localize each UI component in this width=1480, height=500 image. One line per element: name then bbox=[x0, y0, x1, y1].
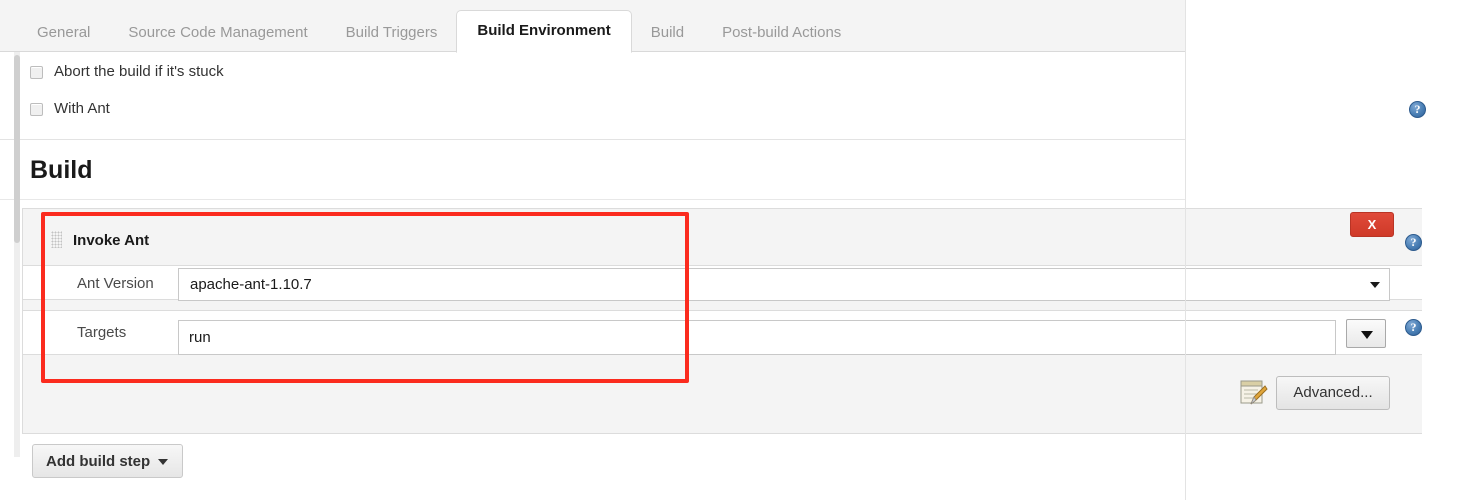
drag-handle-icon[interactable] bbox=[51, 231, 62, 248]
help-icon-with-ant[interactable] bbox=[1409, 101, 1426, 118]
build-environment-panel: Abort the build if it's stuck With Ant bbox=[0, 52, 1186, 140]
tab-bar-right-filler bbox=[1186, 0, 1480, 52]
checkbox-with-ant[interactable] bbox=[30, 103, 43, 116]
build-step-title: Invoke Ant bbox=[73, 232, 149, 249]
add-build-step-label: Add build step bbox=[46, 453, 150, 470]
right-panel-divider bbox=[1185, 0, 1186, 500]
tab-build-environment[interactable]: Build Environment bbox=[456, 10, 631, 53]
checkbox-row-abort-build[interactable]: Abort the build if it's stuck bbox=[30, 64, 224, 80]
edit-note-icon[interactable] bbox=[1238, 378, 1268, 407]
targets-input[interactable] bbox=[178, 320, 1336, 355]
build-step-footer-row bbox=[23, 355, 1422, 433]
add-build-step-zone bbox=[22, 434, 1186, 500]
checkbox-label-with-ant: With Ant bbox=[54, 101, 110, 117]
help-icon-targets[interactable] bbox=[1405, 319, 1422, 336]
scrollbar-thumb[interactable] bbox=[14, 55, 20, 243]
chevron-down-icon-targets bbox=[1361, 331, 1373, 339]
jenkins-job-config-page: General Source Code Management Build Tri… bbox=[0, 0, 1480, 500]
chevron-down-icon-add-build-step bbox=[158, 459, 168, 465]
targets-dropdown-button[interactable] bbox=[1346, 319, 1386, 348]
chevron-down-icon-ant-version bbox=[1370, 282, 1380, 288]
checkbox-abort-build[interactable] bbox=[30, 66, 43, 79]
tab-build[interactable]: Build bbox=[632, 12, 703, 53]
help-icon-build-step[interactable] bbox=[1405, 234, 1422, 251]
advanced-button[interactable]: Advanced... bbox=[1276, 376, 1390, 410]
config-tab-bar: General Source Code Management Build Tri… bbox=[0, 0, 1186, 52]
ant-version-selected-value: apache-ant-1.10.7 bbox=[190, 276, 312, 294]
checkbox-label-abort-build: Abort the build if it's stuck bbox=[54, 64, 224, 80]
tab-post-build-actions[interactable]: Post-build Actions bbox=[703, 12, 860, 53]
tab-build-triggers[interactable]: Build Triggers bbox=[327, 12, 457, 53]
checkbox-row-with-ant[interactable]: With Ant bbox=[30, 101, 110, 117]
ant-version-label: Ant Version bbox=[77, 275, 154, 292]
tab-source-code-management[interactable]: Source Code Management bbox=[109, 12, 326, 53]
ant-version-select[interactable]: apache-ant-1.10.7 bbox=[178, 268, 1390, 301]
build-section-title: Build bbox=[30, 156, 93, 184]
tab-list: General Source Code Management Build Tri… bbox=[18, 6, 860, 52]
targets-label: Targets bbox=[77, 324, 126, 341]
build-section-band: Build bbox=[0, 141, 1186, 200]
row-separator bbox=[23, 300, 1422, 311]
add-build-step-button[interactable]: Add build step bbox=[32, 444, 183, 478]
tab-general[interactable]: General bbox=[18, 12, 109, 53]
build-step-header-row bbox=[23, 209, 1422, 266]
bottom-left-filler bbox=[0, 457, 22, 500]
delete-build-step-button[interactable]: X bbox=[1350, 212, 1394, 237]
